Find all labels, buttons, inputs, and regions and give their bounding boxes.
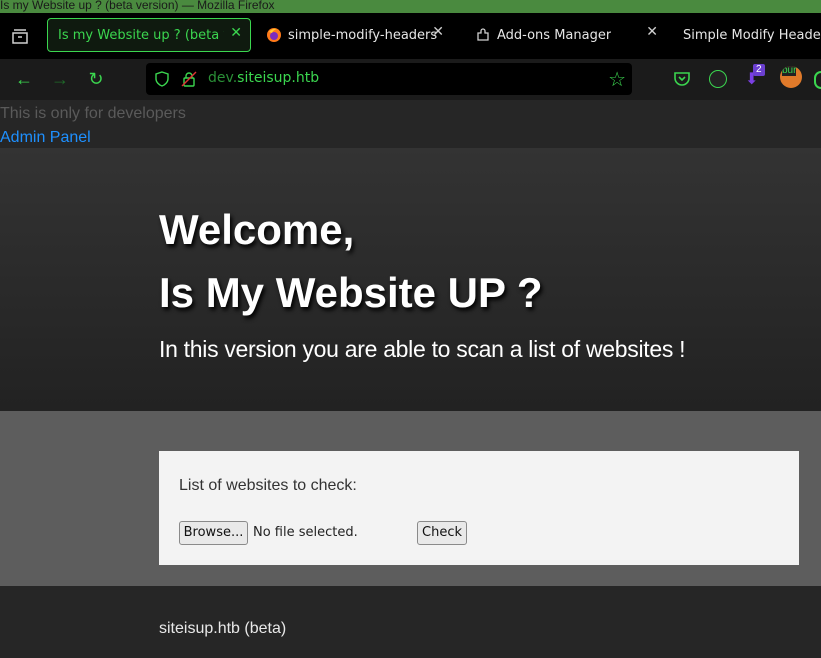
url-subdomain: dev. <box>208 70 238 86</box>
hero-subtitle: In this version you are able to scan a l… <box>159 336 686 362</box>
hero-title-heading: Is My Website UP ? <box>159 269 543 316</box>
upload-form: List of websites to check: Browse... No … <box>159 451 799 565</box>
url-bar[interactable]: dev.siteisup.htb ☆ <box>146 63 632 95</box>
navigation-bar: ← → ↻ dev.siteisup.htb ☆ ⬇ 2 bur <box>0 59 821 100</box>
admin-panel-link[interactable]: Admin Panel <box>0 129 91 147</box>
burp-extension-icon[interactable]: bur <box>780 66 802 88</box>
form-label: List of websites to check: <box>179 477 357 494</box>
bookmark-star-icon[interactable]: ☆ <box>608 67 626 92</box>
close-icon[interactable]: ✕ <box>646 24 658 40</box>
puzzle-icon <box>477 28 489 41</box>
browse-button[interactable]: Browse... <box>179 521 248 545</box>
tab-overview-icon[interactable] <box>10 27 30 45</box>
developer-note: This is only for developers <box>0 105 186 122</box>
downloads-badge: 2 <box>753 64 765 76</box>
reload-icon[interactable]: ↻ <box>86 69 106 89</box>
overflow-icon[interactable] <box>814 71 821 89</box>
shield-icon[interactable] <box>154 71 170 87</box>
close-icon[interactable]: ✕ <box>432 24 444 40</box>
pocket-icon[interactable] <box>673 70 691 88</box>
forward-icon[interactable]: → <box>50 69 70 89</box>
tab-bar: Is my Website up ? (beta version) ✕ simp… <box>0 13 821 59</box>
tab-simple-modify-header[interactable]: Simple Modify Header <box>676 18 821 52</box>
form-band: List of websites to check: Browse... No … <box>0 410 821 587</box>
firefox-icon <box>267 28 281 42</box>
back-icon[interactable]: ← <box>14 69 34 89</box>
tab-label: Is my Website up ? (beta version) <box>58 27 224 43</box>
no-file-text: No file selected. <box>253 525 358 540</box>
check-button[interactable]: Check <box>417 521 467 545</box>
page-content: This is only for developers Admin Panel … <box>0 100 821 658</box>
tab-label: simple-modify-headers <box>288 27 438 43</box>
footer: siteisup.htb (beta) <box>0 586 821 658</box>
window-title: Is my Website up ? (beta version) — Mozi… <box>0 0 821 13</box>
hero-welcome-heading: Welcome, <box>159 206 355 253</box>
url-domain: siteisup.htb <box>237 70 320 86</box>
extension-icon[interactable] <box>709 70 727 88</box>
lock-icon[interactable] <box>181 71 197 87</box>
burp-label: bur <box>782 66 797 76</box>
tab-is-my-website-up[interactable]: Is my Website up ? (beta version) ✕ <box>47 18 251 52</box>
tab-add-ons-manager[interactable]: Add-ons Manager ✕ <box>470 18 666 52</box>
url-text: dev.siteisup.htb <box>208 70 319 86</box>
tab-simple-modify-headers[interactable]: simple-modify-headers ✕ <box>262 18 452 52</box>
close-icon[interactable]: ✕ <box>230 25 242 41</box>
footer-text: siteisup.htb (beta) <box>159 620 287 637</box>
hero-section: Welcome, Is My Website UP ? In this vers… <box>0 148 821 410</box>
tab-label: Simple Modify Header <box>683 27 821 43</box>
tab-label: Add-ons Manager <box>497 27 612 43</box>
